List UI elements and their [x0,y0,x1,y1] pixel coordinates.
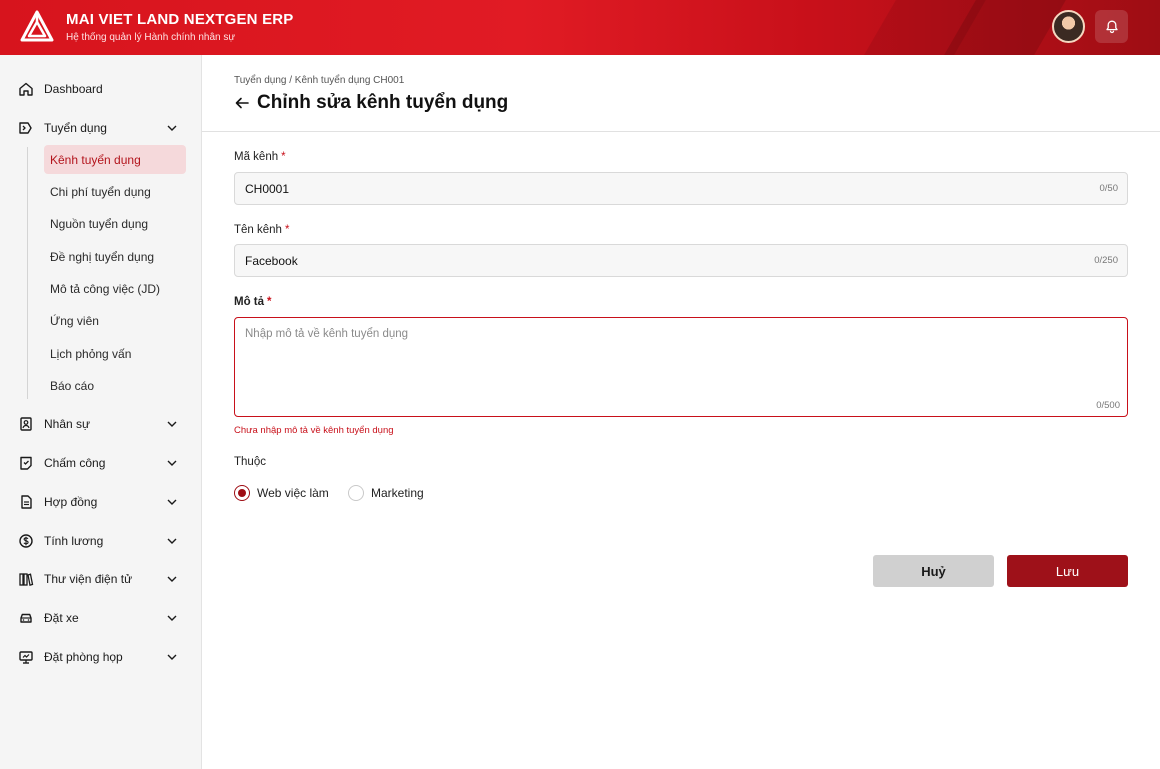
sidebar-subitem-candidates[interactable]: Ứng viên [44,306,186,335]
app-subtitle: Hệ thống quản lý Hành chính nhân sự [66,32,236,43]
avatar[interactable] [1052,10,1085,43]
back-arrow-icon[interactable] [234,95,250,111]
required-mark: * [284,224,290,236]
home-icon [19,82,33,96]
channel-name-field[interactable]: Facebook 0/250 [234,244,1128,277]
chevron-down-icon [167,421,177,427]
radio-circle [234,485,250,501]
chevron-down-icon [167,654,177,660]
sidebar-item-timesheet[interactable]: Chấm công [18,451,184,475]
page-title-text: Chỉnh sửa kênh tuyển dụng [257,92,509,113]
description-textarea[interactable]: Nhập mô tả về kênh tuyển dụng 0/500 [234,317,1128,417]
car-icon [20,613,32,623]
sidebar-item-label: Nhân sự [44,417,91,431]
notification-button[interactable] [1095,10,1128,43]
sidebar-item-label: Đặt xe [44,611,79,625]
chevron-down-icon [167,615,177,621]
brand-logo-icon [20,10,54,42]
sidebar-subitem-interviews[interactable]: Lịch phỏng vấn [44,339,186,368]
radio-circle [348,485,364,501]
channel-code-label: Mã kênh * [234,151,286,163]
sidebar-item-library[interactable]: Thư viện điện tử [18,567,184,591]
chevron-down-icon [167,125,177,131]
meeting-room-icon [19,651,33,664]
submenu-line [27,147,28,399]
description-error: Chưa nhập mô tả về kênh tuyển dụng [234,425,394,436]
sidebar: Dashboard Tuyển dụng Kênh tuyển dụng Chi… [0,55,202,769]
char-counter: 0/500 [1096,400,1120,411]
cancel-button[interactable]: Huỷ [873,555,994,587]
sidebar-subitem-channels[interactable]: Kênh tuyển dụng [44,145,186,174]
timesheet-icon [20,456,32,470]
description-label: Mô tả * [234,296,272,308]
sidebar-subitem-requests[interactable]: Đề nghị tuyển dụng [44,242,186,271]
sidebar-item-salary[interactable]: Tính lương [18,529,184,553]
chevron-down-icon [167,460,177,466]
chevron-down-icon [167,499,177,505]
sidebar-subitem-jd[interactable]: Mô tả công việc (JD) [44,274,186,303]
sidebar-item-contracts[interactable]: Hợp đồng [18,490,184,514]
chevron-down-icon [167,576,177,582]
description-label-text: Mô tả [234,296,265,308]
personnel-icon [20,417,32,431]
salary-icon [19,534,33,548]
bell-icon [1105,20,1118,33]
required-mark: * [267,296,272,308]
sidebar-item-label: Tuyển dụng [44,121,107,135]
breadcrumb[interactable]: Tuyển dụng / Kênh tuyển dụng CH001 [234,75,404,86]
sidebar-subitem-sources[interactable]: Nguồn tuyển dụng [44,209,186,238]
sidebar-item-car-booking[interactable]: Đặt xe [18,606,184,630]
char-counter: 0/50 [1099,183,1119,194]
required-mark: * [281,151,286,163]
contract-icon [21,495,32,509]
channel-name-value: Facebook [245,254,298,268]
description-placeholder: Nhập mô tả về kênh tuyển dụng [245,328,409,340]
app-title: MAI VIET LAND NEXTGEN ERP [66,11,294,28]
radio-web-viec-lam[interactable]: Web việc làm [234,485,329,501]
radio-label: Marketing [371,486,424,500]
channel-code-label-text: Mã kênh [234,151,279,163]
char-counter: 0/250 [1094,255,1118,266]
sidebar-item-dashboard[interactable]: Dashboard [18,77,184,101]
channel-code-value: CH0001 [245,182,290,196]
recruit-icon [19,122,32,134]
channel-name-label: Tên kênh * [234,224,289,236]
radio-marketing[interactable]: Marketing [348,485,424,501]
top-bar: MAI VIET LAND NEXTGEN ERP Hệ thống quản … [0,0,1160,55]
sidebar-item-label: Dashboard [44,82,103,96]
sidebar-item-label: Tính lương [44,534,104,548]
sidebar-subitem-costs[interactable]: Chi phí tuyển dụng [44,177,186,206]
radio-label: Web việc làm [257,486,329,500]
channel-code-field[interactable]: CH0001 0/50 [234,172,1128,205]
page-title: Chỉnh sửa kênh tuyển dụng [234,92,508,114]
sidebar-item-label: Thư viện điện tử [44,572,133,586]
sidebar-item-recruitment[interactable]: Tuyển dụng [18,116,184,140]
library-icon [19,573,34,587]
sidebar-item-meeting-room[interactable]: Đặt phòng họp [18,645,184,669]
channel-name-label-text: Tên kênh [234,224,282,236]
sidebar-item-personnel[interactable]: Nhân sự [18,412,184,436]
sidebar-item-label: Hợp đồng [44,495,98,509]
chevron-down-icon [167,538,177,544]
sidebar-subitem-reports[interactable]: Báo cáo [44,371,186,400]
sidebar-item-label: Chấm công [44,456,106,470]
belongs-label: Thuộc [234,456,266,468]
sidebar-item-label: Đặt phòng họp [44,650,123,664]
header-divider [202,131,1160,132]
save-button[interactable]: Lưu [1007,555,1128,587]
